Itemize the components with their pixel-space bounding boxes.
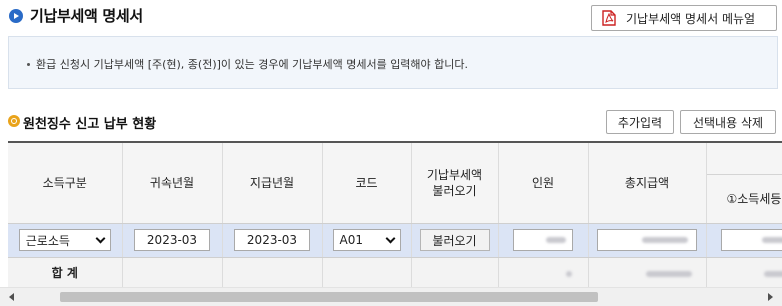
code-cell: A01	[322, 223, 412, 258]
persons-cell	[498, 223, 589, 258]
col-header-load-prepaid: 기납부세액 불러오기	[411, 143, 499, 224]
sum-label: 합 계	[8, 257, 123, 287]
col-header-pay-ym: 지급년월	[222, 143, 323, 224]
masked-value	[642, 237, 688, 243]
persons-input[interactable]	[513, 229, 573, 251]
masked-value	[565, 270, 572, 277]
income-tax-input[interactable]	[720, 229, 782, 251]
income-type-cell: 근로소득	[8, 223, 123, 258]
load-cell: 불러오기	[411, 223, 499, 258]
chevron-down-icon	[385, 233, 395, 243]
masked-value	[763, 270, 782, 277]
page-title: 기납부세액 명세서	[30, 7, 143, 25]
sum-cell	[122, 257, 223, 287]
masked-value	[761, 237, 782, 243]
masked-value	[546, 237, 566, 243]
chevron-down-icon	[95, 233, 106, 243]
notice-text-line: 환급 신청시 기납부세액 [주(현), 종(전)]이 있는 경우에 기납부세액 …	[27, 56, 468, 72]
scroll-thumb[interactable]	[60, 292, 598, 302]
section-bullet-icon	[8, 115, 20, 127]
bullet-dot-icon	[27, 62, 30, 66]
sum-cell	[322, 257, 412, 287]
sum-persons	[498, 257, 589, 287]
scroll-right-icon[interactable]	[768, 293, 773, 301]
belong-ym-cell: 2023-03	[122, 223, 223, 258]
total-pay-cell	[588, 223, 707, 258]
code-select[interactable]: A01	[332, 229, 401, 251]
title-bullet-icon	[9, 9, 23, 23]
col-header-code: 코드	[322, 143, 412, 224]
horizontal-scrollbar[interactable]	[0, 287, 782, 306]
manual-button[interactable]: 기납부세액 명세서 메뉴얼	[591, 5, 777, 31]
pay-ym-cell: 2023-03	[222, 223, 323, 258]
pdf-icon	[602, 10, 616, 26]
add-input-button[interactable]: 추가입력	[606, 110, 674, 134]
col-header-persons: 인원	[498, 143, 589, 224]
income-type-value: 근로소득	[25, 233, 70, 248]
notice-text: 환급 신청시 기납부세액 [주(현), 종(전)]이 있는 경우에 기납부세액 …	[36, 58, 469, 71]
code-value: A01	[339, 233, 363, 247]
table-header-row: 소득구분 귀속년월 지급년월 코드 기납부세액 불러오기 인원 총지급액 ①소득…	[8, 143, 782, 224]
delete-selected-button[interactable]: 선택내용 삭제	[680, 110, 776, 134]
income-type-select[interactable]: 근로소득	[18, 229, 111, 251]
col-header-income-tax: ①소득세등	[726, 191, 782, 206]
title-row: 기납부세액 명세서 기납부세액 명세서 메뉴얼	[0, 0, 782, 34]
col-header-load-prepaid-label: 기납부세액 불러오기	[426, 167, 483, 198]
sum-income-tax	[706, 257, 782, 287]
total-pay-input[interactable]	[597, 229, 697, 251]
section-title: 원천징수 신고 납부 현황	[23, 117, 157, 132]
sum-cell	[411, 257, 499, 287]
col-header-income-tax-group: ①소득세등	[706, 143, 782, 224]
sum-cell	[222, 257, 323, 287]
belong-ym-input[interactable]: 2023-03	[134, 229, 210, 251]
notice-box: 환급 신청시 기납부세액 [주(현), 종(전)]이 있는 경우에 기납부세액 …	[8, 36, 778, 89]
manual-button-label: 기납부세액 명세서 메뉴얼	[626, 11, 756, 26]
masked-value	[645, 270, 692, 277]
col-header-total-pay: 총지급액	[588, 143, 707, 224]
withholding-table: 소득구분 귀속년월 지급년월 코드 기납부세액 불러오기 인원 총지급액 ①소득…	[8, 141, 782, 287]
sum-row: 합 계	[8, 257, 782, 287]
income-tax-cell	[706, 223, 782, 258]
scroll-left-icon[interactable]	[9, 293, 14, 301]
col-header-belong-ym: 귀속년월	[122, 143, 223, 224]
col-header-income-type: 소득구분	[8, 143, 123, 224]
sum-total-pay	[588, 257, 707, 287]
load-prepaid-button[interactable]: 불러오기	[419, 229, 490, 251]
pay-ym-input[interactable]: 2023-03	[234, 229, 310, 251]
table-row[interactable]: 근로소득 2023-03 2023-03 A01 불러오기	[8, 223, 782, 258]
